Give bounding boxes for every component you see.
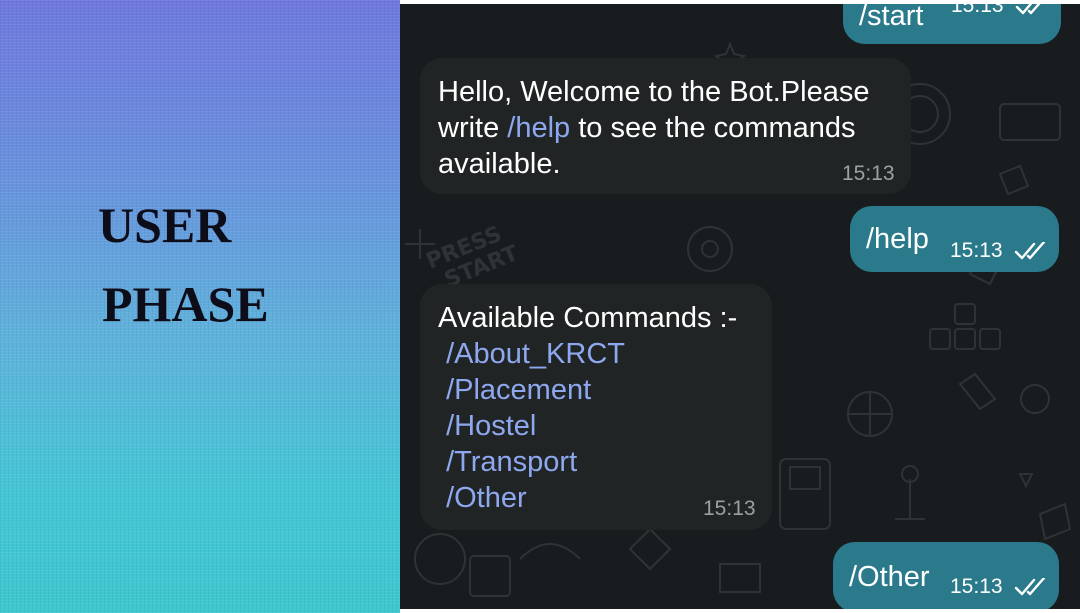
message-text: /Other <box>849 561 930 593</box>
message-incoming-commands[interactable]: Available Commands :- /About_KRCT /Place… <box>420 284 772 530</box>
message-meta: 15:13 <box>951 4 1049 18</box>
command-link-help[interactable]: /help <box>507 112 570 144</box>
message-meta: 15:13 <box>950 239 1048 263</box>
double-check-icon <box>1015 578 1046 596</box>
message-outgoing-other[interactable]: /Other 15:13 <box>833 542 1059 609</box>
message-outgoing-start[interactable]: /start 15:13 <box>843 4 1061 44</box>
user-phase-panel: USER PHASE <box>0 0 400 613</box>
command-link-other[interactable]: /Other <box>446 482 527 514</box>
command-link-hostel[interactable]: /Hostel <box>446 410 536 442</box>
command-link-placement[interactable]: /Placement <box>446 374 591 406</box>
message-text: Available Commands :- /About_KRCT /Place… <box>438 300 737 516</box>
command-link-transport[interactable]: /Transport <box>446 446 577 478</box>
chat-view[interactable]: PRESS START /start 15:13 Hello, Welcome … <box>400 4 1080 609</box>
phase-title: USER PHASE <box>98 186 269 344</box>
message-text-line1: Hello, Welcome to the Bot.Please <box>438 76 870 108</box>
message-text-line3: available. <box>438 148 561 180</box>
message-time: 15:13 <box>842 162 895 185</box>
message-outgoing-help[interactable]: /help 15:13 <box>850 206 1059 272</box>
command-link-about[interactable]: /About_KRCT <box>446 338 625 370</box>
message-text: /help <box>866 223 929 255</box>
phase-title-line2: PHASE <box>102 276 269 332</box>
message-text-write: write <box>438 112 508 144</box>
message-meta: 15:13 <box>950 575 1048 599</box>
message-time: 15:13 <box>950 575 1003 598</box>
double-check-icon <box>1015 242 1046 260</box>
message-time: 15:13 <box>703 497 756 520</box>
message-text-rest: to see the commands <box>570 112 856 144</box>
message-time: 15:13 <box>951 4 1004 17</box>
message-incoming-welcome[interactable]: Hello, Welcome to the Bot.Please write /… <box>420 58 911 194</box>
phase-title-line1: USER <box>98 197 232 253</box>
message-time: 15:13 <box>950 239 1003 262</box>
commands-heading: Available Commands :- <box>438 302 738 334</box>
double-check-icon <box>1016 4 1042 15</box>
message-text: /start <box>859 4 924 32</box>
message-text: Hello, Welcome to the Bot.Please write /… <box>438 74 869 182</box>
